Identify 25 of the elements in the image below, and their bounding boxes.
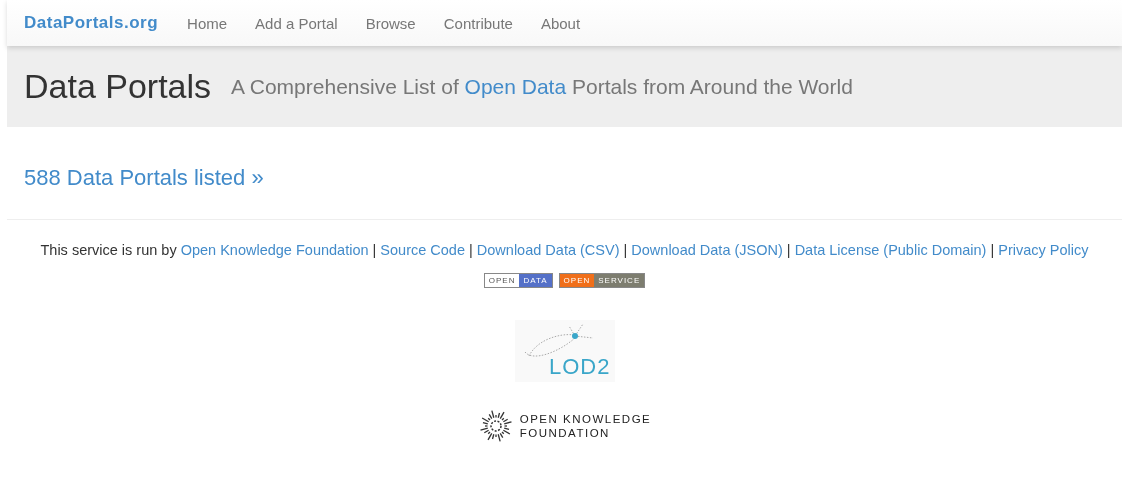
- nav-link[interactable]: Home: [173, 14, 242, 32]
- nav-link[interactable]: Contribute: [429, 14, 527, 32]
- nav-link[interactable]: Browse: [351, 14, 430, 32]
- footer-link[interactable]: Privacy Policy: [998, 242, 1089, 258]
- site-logo[interactable]: DataPortals.org: [24, 13, 159, 33]
- footer-text: This service is run by Open Knowledge Foundation | Source Code | Download Data (CSV) | Download Data (JSON) | Data License (Public Domain) | Privacy Policy: [39, 241, 1090, 260]
- okf-subname: FOUNDATION: [519, 426, 611, 440]
- open-badge[interactable]: OPEN DATA: [483, 273, 553, 288]
- page-subtitle: A Comprehensive List of Open Data Portals from Around the World: [231, 74, 853, 99]
- okf-logo[interactable]: OPEN KNOWLEDGE FOUNDATION: [7, 408, 1122, 444]
- okf-name: OPEN KNOWLEDGE: [519, 412, 652, 426]
- sunburst-icon: [477, 408, 514, 444]
- open-badge[interactable]: OPEN SERVICE: [558, 273, 646, 288]
- portals-count-link[interactable]: 588 Data Portals listed »: [24, 165, 264, 191]
- footer-link[interactable]: Open Knowledge Foundation: [180, 242, 369, 258]
- footer-link[interactable]: Data License (Public Domain): [794, 242, 987, 258]
- nav-link[interactable]: Add a Portal: [241, 14, 352, 32]
- page-title: Data Portals: [24, 67, 212, 106]
- lod2-logo[interactable]: LOD2: [514, 320, 615, 382]
- footer-link[interactable]: Source Code: [380, 242, 465, 258]
- footer-link[interactable]: Download Data (CSV): [476, 242, 620, 258]
- footer-link[interactable]: Download Data (JSON): [631, 242, 783, 258]
- nav-link[interactable]: About: [526, 14, 595, 32]
- lod2-text: LOD2: [549, 354, 611, 380]
- open-data-link[interactable]: Open Data: [464, 74, 567, 98]
